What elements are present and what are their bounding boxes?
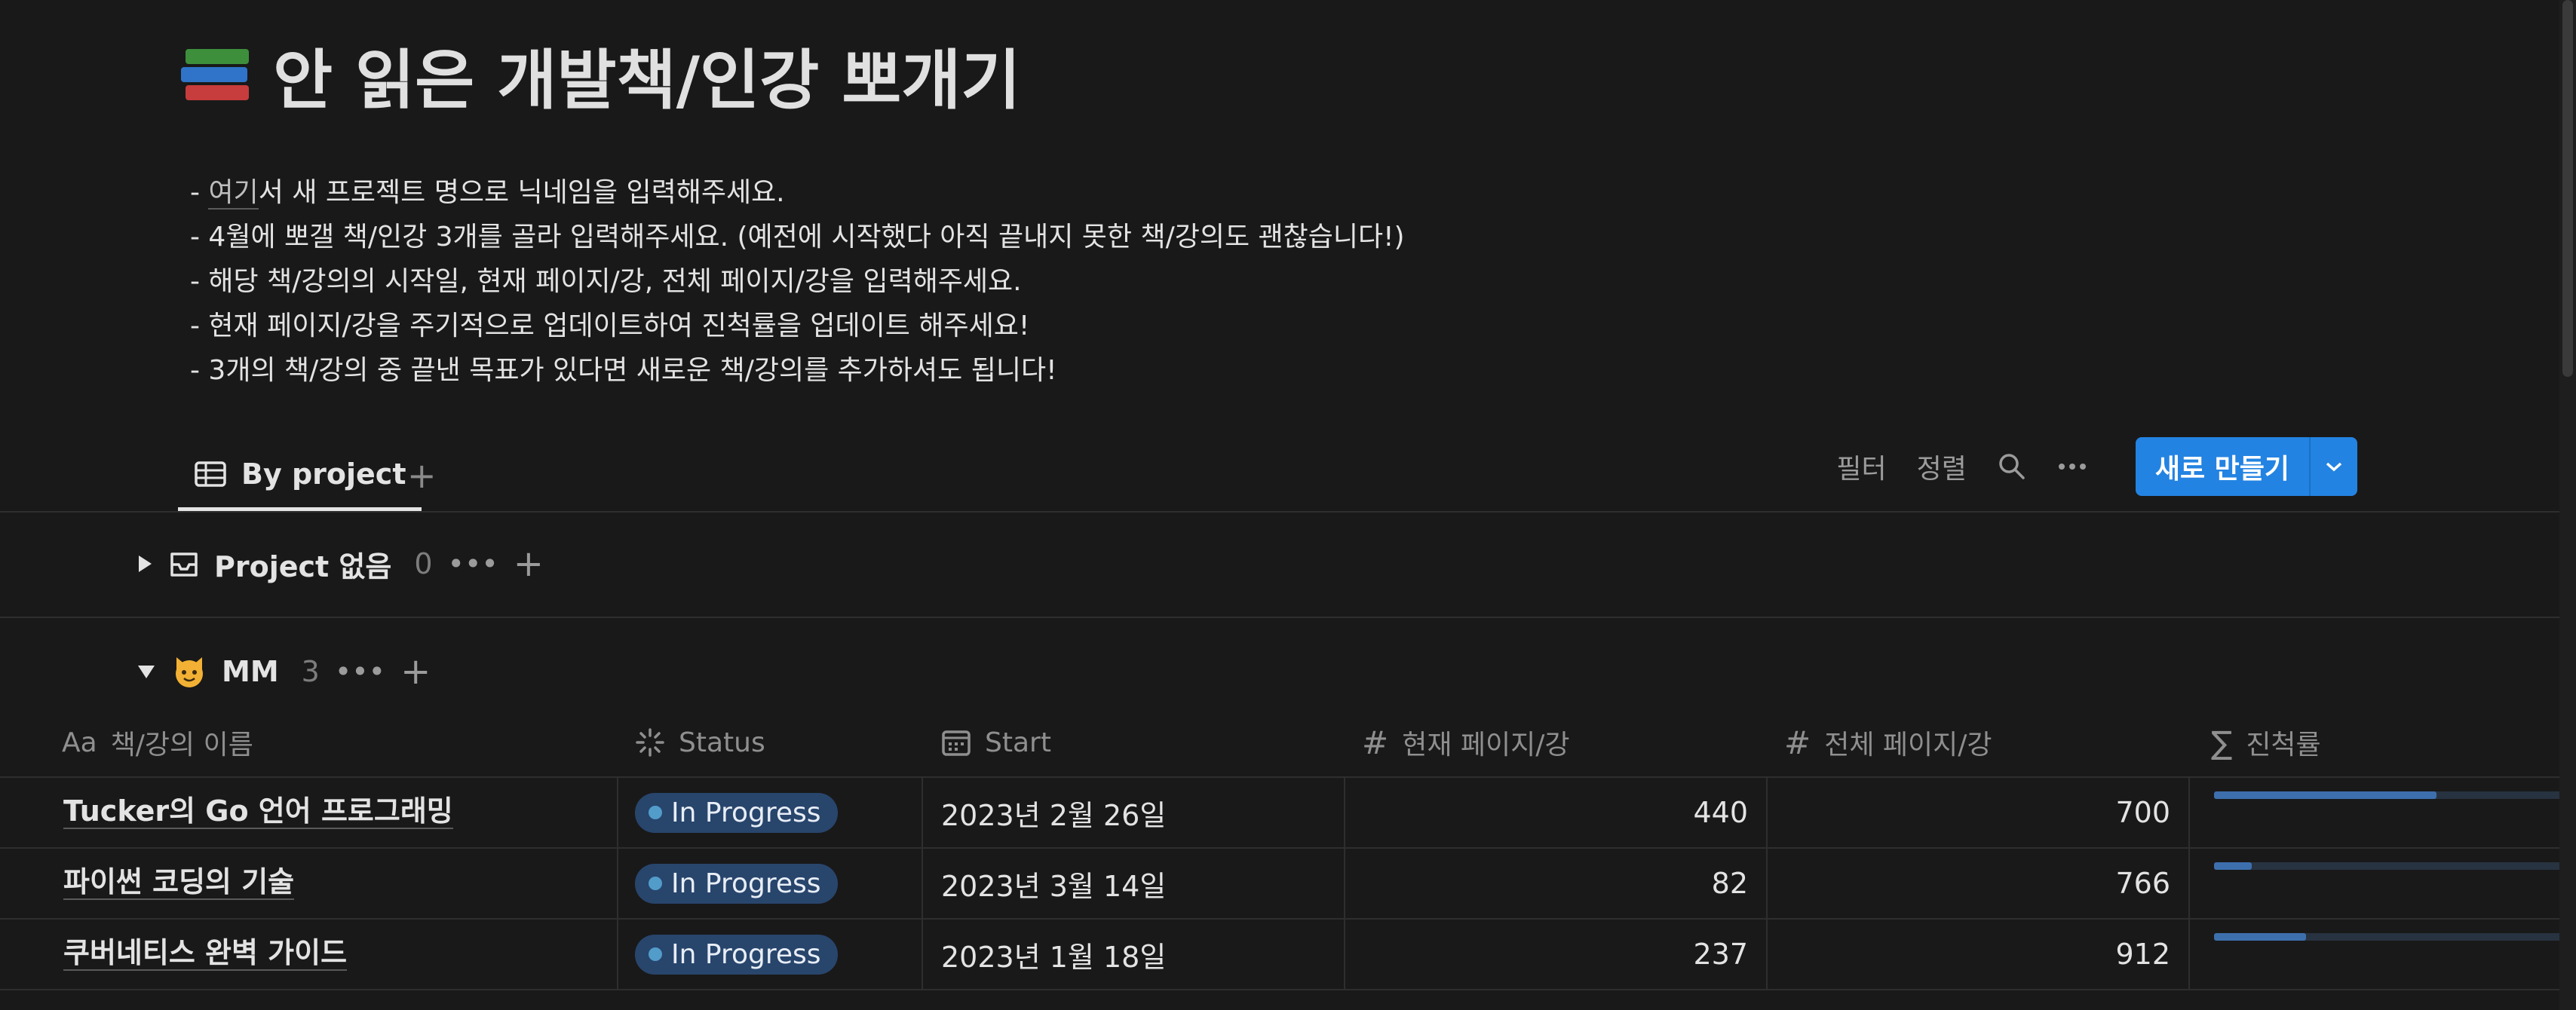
progress-bar-fill [2214, 862, 2252, 870]
status-badge: In Progress [635, 863, 838, 904]
number-type-icon: # [1784, 724, 1811, 761]
description-line-1: - 여기서 새 프로젝트 명으로 닉네임을 입력해주세요. [190, 170, 1405, 215]
notion-page: 안 읽은 개발책/인강 뽀개기 - 여기서 새 프로젝트 명으로 닉네임을 입력… [0, 0, 2576, 1010]
number-type-icon: # [1362, 724, 1389, 761]
tab-by-project[interactable]: By project [178, 440, 422, 511]
status-cell[interactable]: In Progress [635, 849, 838, 918]
triangle-right-icon[interactable] [136, 553, 154, 574]
add-view-icon[interactable]: + [407, 440, 437, 511]
inbox-icon [170, 552, 198, 577]
row-title: Tucker의 Go 언어 프로그래밍 [63, 794, 453, 829]
filter-button[interactable]: 필터 [1836, 447, 1886, 486]
current-page-cell[interactable]: 237 [1344, 920, 1751, 989]
column-header-total[interactable]: # 전체 페이지/강 [1784, 709, 1992, 776]
cat-emoji-icon [176, 657, 203, 687]
total-page-cell[interactable]: 700 [1766, 778, 2173, 847]
progress-bar [2214, 933, 2568, 941]
group-count: 0 [414, 547, 433, 580]
status-badge: In Progress [635, 792, 838, 833]
new-button[interactable]: 새로 만들기 [2136, 437, 2309, 496]
current-page-cell[interactable]: 82 [1344, 849, 1751, 918]
view-tab-bar: By project + 필터 정렬 새로 만들기 [0, 422, 2576, 513]
column-label: 진척률 [2246, 730, 2321, 761]
status-label: In Progress [671, 797, 821, 828]
row-title: 파이썬 코딩의 기술 [63, 865, 295, 900]
table-row[interactable]: 파이썬 코딩의 기술 In Progress 2023년 3월 14일 82 7… [0, 849, 2576, 920]
progress-bar-fill [2214, 933, 2307, 941]
progress-bar [2214, 862, 2568, 870]
chevron-down-icon [2326, 462, 2342, 472]
name-cell[interactable]: 파이썬 코딩의 기술 [63, 849, 295, 918]
table-row[interactable]: Tucker의 Go 언어 프로그래밍 In Progress 2023년 2월… [0, 778, 2576, 849]
page-title-text[interactable]: 안 읽은 개발책/인강 뽀개기 [273, 27, 1021, 121]
new-button-group: 새로 만들기 [2135, 437, 2357, 496]
sort-button[interactable]: 정렬 [1917, 447, 1967, 486]
more-options-icon[interactable] [2057, 462, 2087, 471]
group-name: MM [222, 655, 279, 688]
total-page-cell[interactable]: 912 [1766, 920, 2173, 989]
tab-label: By project [241, 457, 406, 491]
status-badge: In Progress [635, 934, 838, 975]
group-add-icon[interactable]: + [400, 650, 431, 693]
status-cell[interactable]: In Progress [635, 778, 838, 847]
table-row[interactable]: 쿠버네티스 완벽 가이드 In Progress 2023년 1월 18일 23… [0, 920, 2576, 990]
database-toolbar: 필터 정렬 새로 만들기 [1836, 437, 2357, 496]
group-header-mm[interactable]: MM 3 ••• + [136, 641, 431, 702]
group-more-icon[interactable]: ••• [448, 547, 498, 580]
total-page-cell[interactable]: 766 [1766, 849, 2173, 918]
group-more-icon[interactable]: ••• [335, 655, 385, 688]
column-label: Start [985, 727, 1051, 758]
progress-bar-fill [2214, 791, 2437, 799]
status-label: In Progress [671, 938, 821, 970]
start-date-cell[interactable]: 2023년 3월 14일 [941, 849, 1166, 918]
text-type-icon: Aa [62, 727, 97, 758]
start-date-cell[interactable]: 2023년 2월 26일 [941, 778, 1166, 847]
database-table: Aa 책/강의 이름 Status Start # 현재 페이지/강 # 전체 … [0, 709, 2576, 990]
page-title: 안 읽은 개발책/인강 뽀개기 [181, 27, 1021, 121]
column-header-progress[interactable]: ∑ 진척률 [2211, 709, 2321, 776]
books-icon[interactable] [181, 38, 253, 111]
here-link[interactable]: 여기 [208, 177, 259, 210]
column-label: 현재 페이지/강 [1402, 730, 1570, 761]
search-icon[interactable] [1997, 451, 2027, 482]
column-header-start[interactable]: Start [941, 709, 1051, 776]
progress-bar [2214, 791, 2568, 799]
current-page-cell[interactable]: 440 [1344, 778, 1751, 847]
table-header: Aa 책/강의 이름 Status Start # 현재 페이지/강 # 전체 … [0, 709, 2576, 778]
column-label: 전체 페이지/강 [1824, 730, 1992, 761]
start-date-cell[interactable]: 2023년 1월 18일 [941, 920, 1166, 989]
new-dropdown-button[interactable] [2309, 437, 2357, 496]
column-label: 책/강의 이름 [110, 730, 253, 761]
group-add-icon[interactable]: + [514, 543, 544, 585]
group-count: 3 [301, 655, 320, 688]
description-line-5: - 3개의 책/강의 중 끝낸 목표가 있다면 새로운 책/강의를 추가하셔도 … [190, 355, 1057, 386]
column-header-current[interactable]: # 현재 페이지/강 [1362, 709, 1570, 776]
column-header-status[interactable]: Status [635, 709, 765, 776]
table-icon [195, 461, 226, 487]
group-divider [0, 617, 2576, 618]
status-label: In Progress [671, 868, 821, 899]
scrollbar-thumb[interactable] [2562, 0, 2573, 377]
status-cell[interactable]: In Progress [635, 920, 838, 989]
triangle-down-icon[interactable] [136, 663, 157, 681]
row-title: 쿠버네티스 완벽 가이드 [63, 936, 348, 971]
page-description: - 여기서 새 프로젝트 명으로 닉네임을 입력해주세요. - 4월에 뽀갤 책… [190, 170, 1405, 393]
status-loader-icon [636, 728, 664, 757]
name-cell[interactable]: 쿠버네티스 완벽 가이드 [63, 920, 348, 989]
group-header-no-project[interactable]: Project 없음 0 ••• + [136, 534, 544, 594]
group-name: Project 없음 [214, 549, 392, 583]
description-line-3: - 해당 책/강의의 시작일, 현재 페이지/강, 전체 페이지/강을 입력해주… [190, 266, 1022, 297]
column-label: Status [679, 727, 765, 758]
formula-type-icon: ∑ [2211, 724, 2233, 761]
description-line-4: - 현재 페이지/강을 주기적으로 업데이트하여 진척률을 업데이트 해주세요! [190, 311, 1030, 341]
line-text: 서 새 프로젝트 명으로 닉네임을 입력해주세요. [258, 177, 785, 208]
description-line-2: - 4월에 뽀갤 책/인강 3개를 골라 입력해주세요. (예전에 시작했다 아… [190, 222, 1405, 252]
scrollbar[interactable] [2559, 0, 2576, 1010]
calendar-icon [942, 730, 971, 756]
column-header-name[interactable]: Aa 책/강의 이름 [62, 709, 253, 776]
name-cell[interactable]: Tucker의 Go 언어 프로그래밍 [63, 778, 453, 847]
line-prefix: - [190, 177, 209, 208]
